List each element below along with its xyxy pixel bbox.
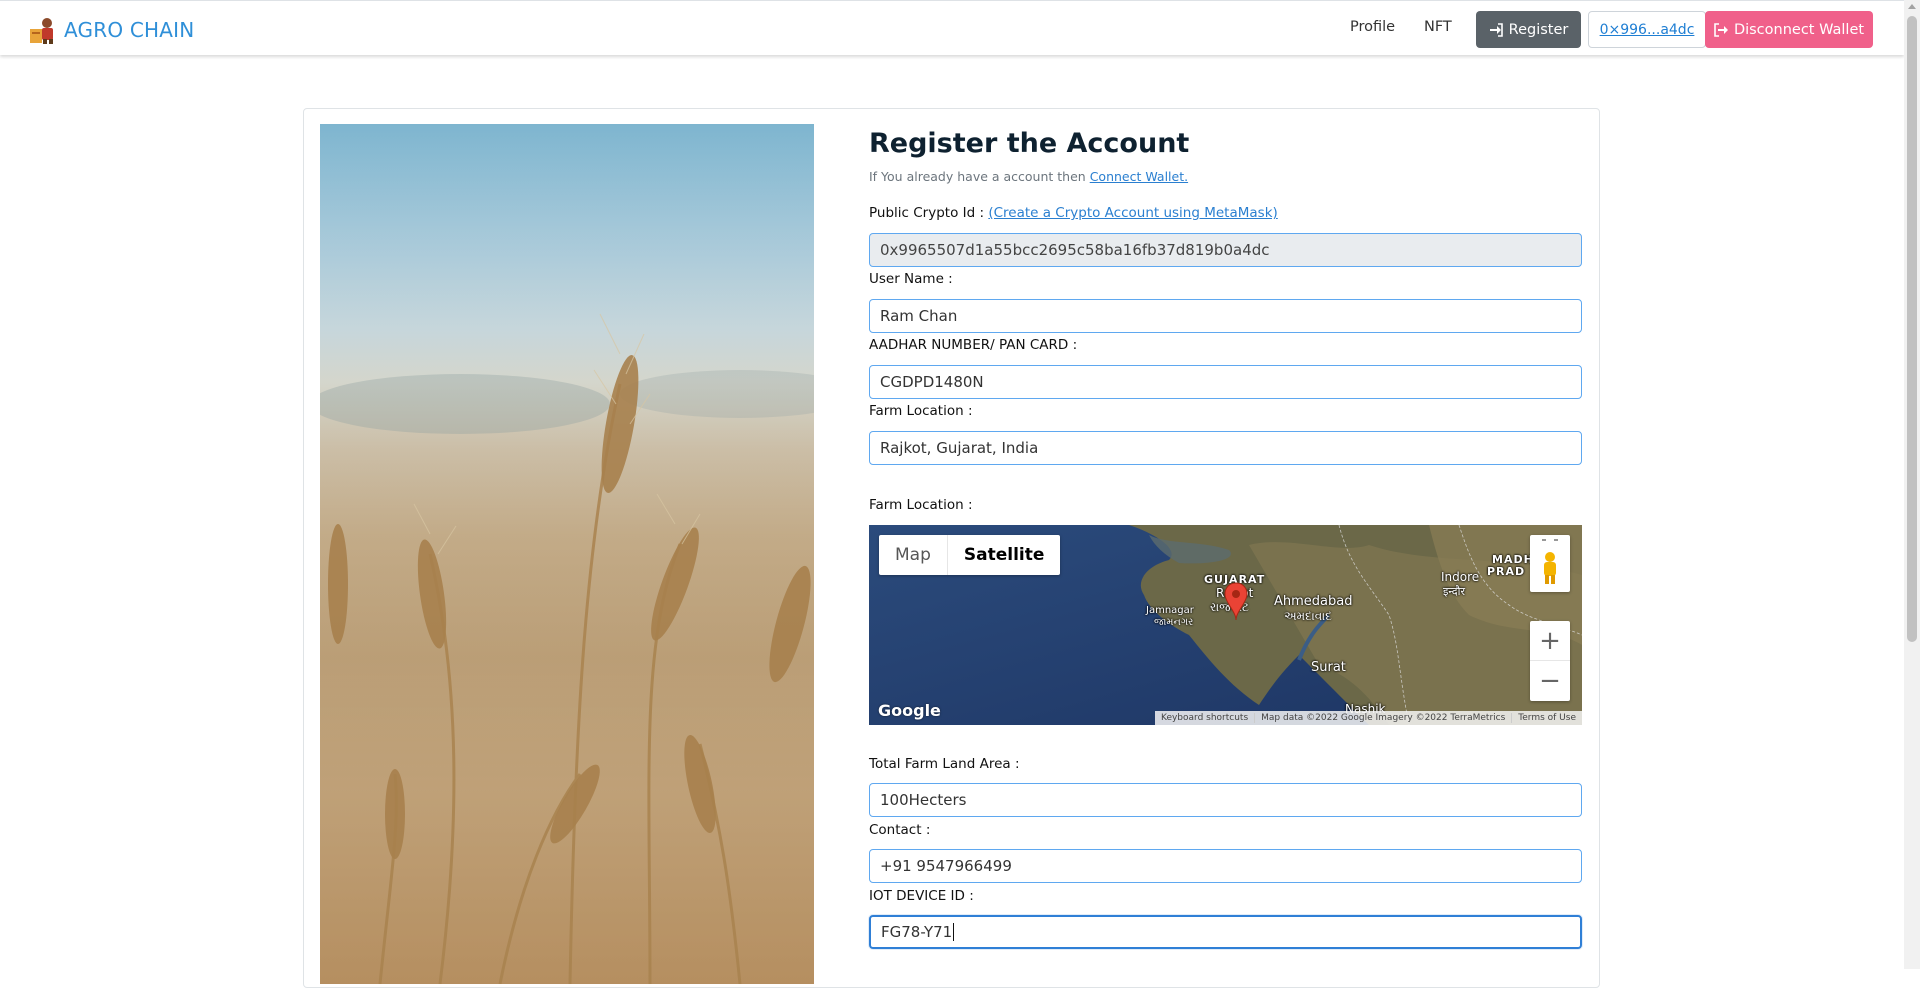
map-label-surat: Surat xyxy=(1311,660,1346,675)
map-label-indore: Indore xyxy=(1441,570,1480,584)
land-area-label: Total Farm Land Area : xyxy=(869,756,1020,772)
wallet-address-button[interactable]: 0×996...a4dc xyxy=(1588,11,1706,48)
create-metamask-link[interactable]: (Create a Crypto Account using MetaMask) xyxy=(988,205,1277,221)
register-button-label: Register xyxy=(1508,21,1569,38)
sign-in-icon xyxy=(1489,22,1503,37)
iot-device-field[interactable]: FG78-Y71 xyxy=(869,915,1582,949)
username-field[interactable]: Ram Chan xyxy=(869,299,1582,333)
map-type-control[interactable]: Map Satellite xyxy=(879,535,1061,575)
google-logo: Google xyxy=(878,701,941,720)
map-label-ahmedabad-local: અમદાવાદ xyxy=(1284,609,1332,623)
brand[interactable]: AGRO CHAIN xyxy=(28,15,194,45)
terms-of-use-link[interactable]: Terms of Use xyxy=(1511,713,1582,723)
map-label-jamnagar: Jamnagar xyxy=(1146,605,1194,616)
map-label-pradesh: PRAD xyxy=(1487,565,1526,578)
zoom-in-icon[interactable]: + xyxy=(1530,621,1570,661)
iot-device-value: FG78-Y71 xyxy=(881,923,953,941)
brand-logo xyxy=(28,15,58,45)
scroll-thumb[interactable] xyxy=(1907,16,1917,642)
land-area-field[interactable]: 100Hecters xyxy=(869,783,1582,817)
connect-wallet-link[interactable]: Connect Wallet. xyxy=(1090,169,1188,184)
top-navbar: AGRO CHAIN Profile NFT Register 0×996...… xyxy=(0,0,1904,55)
contact-value: +91 9547966499 xyxy=(880,857,1012,875)
aadhar-value: CGDPD1480N xyxy=(880,373,984,391)
farm-location-map[interactable]: GUJARAT Rajkot રાજકોટ Jamnagar જામનગર Ah… xyxy=(869,525,1582,725)
farm-location-value: Rajkot, Gujarat, India xyxy=(880,439,1039,457)
page-scrollbar[interactable] xyxy=(1904,0,1920,969)
wheat-field-image xyxy=(320,124,814,984)
text-caret xyxy=(953,923,955,941)
username-label: User Name : xyxy=(869,271,953,287)
public-crypto-id-value: 0x9965507d1a55bcc2695c58ba16fb37d819b0a4… xyxy=(880,241,1270,259)
map-label-ahmedabad: Ahmedabad xyxy=(1274,594,1353,609)
scroll-up-arrow-icon[interactable] xyxy=(1908,4,1916,9)
disconnect-wallet-label: Disconnect Wallet xyxy=(1733,21,1865,38)
public-crypto-label-row: Public Crypto Id : (Create a Crypto Acco… xyxy=(869,205,1278,221)
subtitle-text: If You already have a account then xyxy=(869,169,1090,184)
aadhar-field[interactable]: CGDPD1480N xyxy=(869,365,1582,399)
public-crypto-id-field[interactable]: 0x9965507d1a55bcc2695c58ba16fb37d819b0a4… xyxy=(869,233,1582,267)
register-button[interactable]: Register xyxy=(1476,11,1581,48)
page-subtitle: If You already have a account then Conne… xyxy=(869,169,1188,184)
wallet-address-label: 0×996...a4dc xyxy=(1599,21,1695,38)
keyboard-shortcuts-link[interactable]: Keyboard shortcuts xyxy=(1155,713,1254,723)
disconnect-wallet-button[interactable]: Disconnect Wallet xyxy=(1705,11,1873,48)
public-crypto-label: Public Crypto Id : xyxy=(869,205,989,221)
map-label-indore-local: इन्दौर xyxy=(1443,585,1465,598)
farm-location-field[interactable]: Rajkot, Gujarat, India xyxy=(869,431,1582,465)
brand-name: AGRO CHAIN xyxy=(64,18,195,42)
map-zoom-control[interactable]: + − xyxy=(1530,621,1570,701)
pegman-icon xyxy=(1542,539,1558,584)
map-attribution: Keyboard shortcuts Map data ©2022 Google… xyxy=(1154,711,1582,725)
sign-out-icon xyxy=(1714,22,1728,37)
contact-label: Contact : xyxy=(869,822,931,838)
land-area-value: 100Hecters xyxy=(880,791,967,809)
farm-map-label: Farm Location : xyxy=(869,497,973,513)
map-label-jamnagar-local: જામનગર xyxy=(1154,617,1194,628)
map-type-satellite-button[interactable]: Satellite xyxy=(946,535,1061,575)
page-title: Register the Account xyxy=(869,128,1190,159)
iot-device-label: IOT DEVICE ID : xyxy=(869,888,974,904)
contact-field[interactable]: +91 9547966499 xyxy=(869,849,1582,883)
map-data-credit: Map data ©2022 Google Imagery ©2022 Terr… xyxy=(1254,713,1511,723)
street-view-pegman[interactable] xyxy=(1530,535,1570,592)
username-value: Ram Chan xyxy=(880,307,958,325)
zoom-out-icon[interactable]: − xyxy=(1530,661,1570,701)
nav-link-nft[interactable]: NFT xyxy=(1424,19,1452,35)
map-type-map-button[interactable]: Map xyxy=(879,535,947,575)
map-marker-icon[interactable] xyxy=(1223,582,1249,622)
nav-link-profile[interactable]: Profile xyxy=(1350,19,1395,35)
farm-location-label: Farm Location : xyxy=(869,403,973,419)
aadhar-label: AADHAR NUMBER/ PAN CARD : xyxy=(869,337,1078,353)
